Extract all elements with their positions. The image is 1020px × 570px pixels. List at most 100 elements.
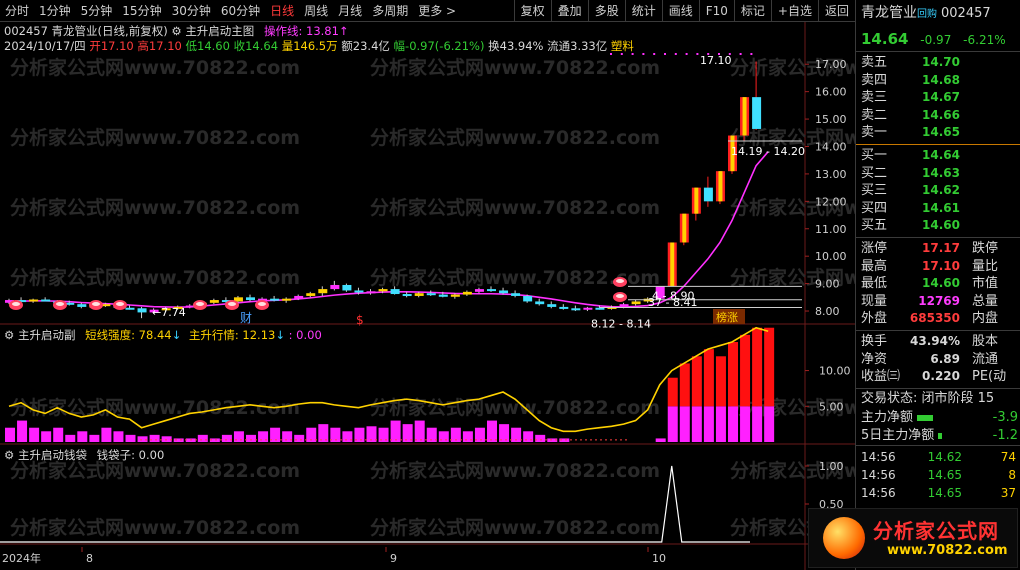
- candle-body: [402, 294, 412, 297]
- strength-bar: [667, 406, 678, 442]
- period-1min[interactable]: 1分钟: [34, 0, 76, 22]
- y-tick-label: 10.00: [819, 365, 851, 378]
- tool-overlay-button[interactable]: 叠加: [550, 0, 588, 22]
- period-fenshi[interactable]: 分时: [0, 0, 34, 22]
- x-tick-label: 9: [390, 552, 397, 565]
- fundamental-stats: 换手 43.94% 股本 净资 6.89 流通 收益㈢ 0.220 PE(动: [856, 331, 1020, 389]
- sub2-indicator-name[interactable]: 主升启动钱袋: [18, 448, 87, 462]
- signal-dot: [696, 53, 699, 55]
- period-30min[interactable]: 30分钟: [167, 0, 216, 22]
- ask-row[interactable]: 卖四 14.68: [856, 72, 1020, 90]
- bar-float-cap: 流通3.33亿: [547, 39, 608, 53]
- sub2-gear-icon[interactable]: ⚙: [4, 448, 14, 462]
- signal-mask-icon: [92, 302, 100, 306]
- watermark-text: 分析家公式网www.70822.com: [10, 196, 300, 219]
- buyback-tag[interactable]: 回购: [917, 9, 937, 20]
- bid-row[interactable]: 买五 14.60: [856, 217, 1020, 235]
- bid-row[interactable]: 买二 14.63: [856, 165, 1020, 183]
- bar-open: 开17.10: [89, 39, 134, 53]
- logo-text: 分析家公式网: [873, 519, 999, 543]
- candle-body: [342, 284, 352, 291]
- tool-fuquan-button[interactable]: 复权: [513, 0, 551, 22]
- period-more[interactable]: 更多 >: [413, 0, 461, 22]
- ask-row[interactable]: 卖一 14.65: [856, 124, 1020, 142]
- strength-bar: [89, 434, 100, 442]
- tool-back-button[interactable]: 返回: [817, 0, 855, 22]
- signal-mask-icon: [228, 302, 236, 306]
- strength-bar: [499, 424, 510, 442]
- strength-bar: [487, 420, 497, 442]
- op-line-label: 操作线: 13.81↑: [263, 24, 349, 38]
- signal-mask-icon: [12, 302, 20, 306]
- ask-row[interactable]: 卖三 14.67: [856, 89, 1020, 107]
- tool-mark-button[interactable]: 标记: [733, 0, 771, 22]
- strength-bar: [294, 434, 305, 442]
- y-tick-label: 14.00: [815, 140, 847, 153]
- tool-stats-button[interactable]: 统计: [624, 0, 662, 22]
- period-15min[interactable]: 15分钟: [117, 0, 166, 22]
- rise-bar: [764, 327, 775, 407]
- sector-tag[interactable]: 塑料: [611, 39, 634, 53]
- main-net-flow[interactable]: 主力净额 -3.9: [856, 409, 1020, 427]
- candle-body: [378, 289, 388, 292]
- tool-multi-stock-button[interactable]: 多股: [587, 0, 625, 22]
- ask-row[interactable]: 卖五 14.70: [856, 54, 1020, 72]
- watermark-text: 分析家公式网www.70822.com: [370, 196, 660, 219]
- ask-row[interactable]: 卖二 14.66: [856, 107, 1020, 125]
- strength-bar: [221, 434, 232, 442]
- candle-body-inner: [670, 242, 675, 287]
- candle-body: [547, 304, 557, 307]
- sub1-indicator-name[interactable]: 主升启动副: [18, 328, 76, 342]
- pocket-label: 钱袋子: 0.00: [96, 448, 165, 462]
- kline-chart[interactable]: 分析家公式网www.70822.com 分析家公式网www.70822.com 分析…: [0, 22, 855, 570]
- period-60min[interactable]: 60分钟: [216, 0, 265, 22]
- flow-bar-icon: [917, 414, 934, 421]
- tick-row: 14:56 14.62 74: [861, 449, 1016, 464]
- signal-dot: [674, 53, 677, 55]
- candle-body: [583, 307, 593, 310]
- bid-row[interactable]: 买三 14.62: [856, 182, 1020, 200]
- panel-stock-name: 青龙管业: [861, 5, 917, 21]
- tool-f10-button[interactable]: F10: [698, 0, 734, 22]
- candle-body: [125, 307, 135, 310]
- strength-bar: [402, 424, 413, 442]
- bid-row[interactable]: 买四 14.61: [856, 200, 1020, 218]
- chart-area[interactable]: 分析家公式网www.70822.com 分析家公式网www.70822.com 分析…: [0, 22, 855, 570]
- period-monthly[interactable]: 月线: [333, 0, 367, 22]
- tool-add-watchlist-button[interactable]: +自选: [770, 0, 818, 22]
- cai-marker: 财: [240, 311, 252, 325]
- period-5min[interactable]: 5分钟: [76, 0, 118, 22]
- strength-bar: [137, 436, 148, 442]
- candle-body: [29, 299, 39, 302]
- strength-bar: [691, 406, 702, 442]
- main-net-flow-5d[interactable]: 5日主力净额 -1.2: [856, 427, 1020, 445]
- tool-draw-button[interactable]: 画线: [661, 0, 699, 22]
- signal-dot: [653, 53, 656, 55]
- y-tick-label: 11.00: [815, 223, 847, 236]
- bid-row[interactable]: 买一 14.64: [856, 147, 1020, 165]
- candle-body: [487, 289, 496, 292]
- candle-body: [77, 304, 87, 307]
- strength-bar: [740, 406, 751, 442]
- signal-dot: [739, 53, 742, 55]
- period-weekly[interactable]: 周线: [299, 0, 333, 22]
- strength-bar: [752, 406, 763, 442]
- candle-body: [474, 289, 484, 292]
- sub2-title-row: ⚙ 主升启动钱袋 钱袋子: 0.00: [4, 447, 164, 463]
- indicator-gear-icon[interactable]: ⚙: [171, 24, 181, 38]
- strength-bar: [197, 434, 208, 442]
- watermark-text: 分析家公式网www.70822.com: [10, 396, 300, 419]
- tool-buttons: 复权 叠加 多股 统计 画线 F10 标记 +自选 返回: [513, 0, 855, 22]
- strength-bar: [438, 431, 449, 442]
- sub1-gear-icon[interactable]: ⚙: [4, 328, 14, 342]
- period-multi[interactable]: 多周期: [367, 0, 413, 22]
- bar-amount: 额23.4亿: [341, 39, 390, 53]
- stat-row: 最高 17.10 量比: [861, 258, 999, 274]
- tick-row: 14:56 14.65 8: [861, 467, 1016, 482]
- tick-row: 14:56 14.65 37: [861, 485, 1016, 500]
- period-daily[interactable]: 日线: [265, 0, 299, 22]
- strength-bar: [390, 420, 401, 442]
- candle-body: [318, 289, 328, 294]
- candle-body: [414, 293, 424, 296]
- main-indicator-name[interactable]: 主升启动主图: [185, 24, 254, 38]
